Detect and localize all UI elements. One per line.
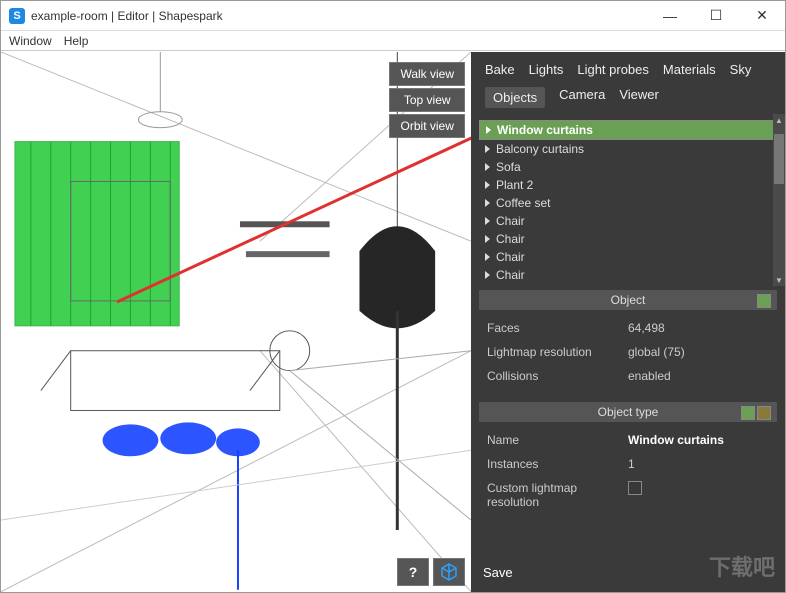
- tree-item[interactable]: Sofa: [479, 158, 777, 176]
- tree-item-label: Chair: [496, 214, 525, 228]
- menu-help[interactable]: Help: [64, 34, 89, 48]
- orbit-view-button[interactable]: Orbit view: [389, 114, 465, 138]
- tree-item[interactable]: Chair: [479, 248, 777, 266]
- tree-item-label: Sofa: [496, 160, 521, 174]
- cube-toggle-button[interactable]: [433, 558, 465, 586]
- property-row: Instances1: [487, 452, 769, 476]
- menu-window[interactable]: Window: [9, 34, 52, 48]
- tree-item-label: Coffee set: [496, 196, 550, 210]
- tree-scrollbar[interactable]: ▲ ▼: [773, 114, 785, 286]
- chevron-right-icon: [485, 145, 490, 153]
- side-panel: Bake Lights Light probes Materials Sky O…: [471, 52, 785, 592]
- walk-view-button[interactable]: Walk view: [389, 62, 465, 86]
- property-value: global (75): [628, 345, 769, 359]
- tabs-row-1: Bake Lights Light probes Materials Sky: [471, 52, 785, 83]
- tree-item-label: Balcony curtains: [496, 142, 584, 156]
- tree-item[interactable]: Chair: [479, 230, 777, 248]
- tab-camera[interactable]: Camera: [559, 87, 605, 108]
- object-type-section: Object type NameWindow curtainsInstances…: [479, 402, 777, 520]
- viewport-3d[interactable]: Walk view Top view Orbit view ?: [1, 52, 471, 592]
- property-row: NameWindow curtains: [487, 428, 769, 452]
- object-section-title: Object: [611, 293, 646, 307]
- chevron-right-icon: [485, 271, 490, 279]
- app-icon: [9, 8, 25, 24]
- tree-item[interactable]: Window curtains: [479, 120, 777, 140]
- scrollbar-thumb[interactable]: [774, 134, 784, 184]
- property-value: 1: [628, 457, 769, 471]
- title-bar: example-room | Editor | Shapespark — ☐ ✕: [1, 1, 785, 31]
- tab-materials[interactable]: Materials: [663, 62, 716, 77]
- scroll-up-icon[interactable]: ▲: [773, 114, 785, 126]
- object-section: Object Faces64,498Lightmap resolutionglo…: [479, 290, 777, 394]
- chevron-right-icon: [485, 163, 490, 171]
- tree-item-label: Chair: [496, 268, 525, 282]
- window-title: example-room | Editor | Shapespark: [31, 9, 223, 23]
- object-type-section-header: Object type: [479, 402, 777, 422]
- tab-light-probes[interactable]: Light probes: [577, 62, 649, 77]
- type-color-chip-b[interactable]: [757, 406, 771, 420]
- property-value: enabled: [628, 369, 769, 383]
- menu-bar: Window Help: [1, 31, 785, 51]
- property-row: Lightmap resolutionglobal (75): [487, 340, 769, 364]
- maximize-button[interactable]: ☐: [693, 1, 739, 31]
- tabs-row-2: Objects Camera Viewer: [471, 83, 785, 114]
- tree-item[interactable]: Chair: [479, 266, 777, 284]
- property-key: Collisions: [487, 369, 628, 383]
- checkbox-unchecked-icon[interactable]: [628, 481, 642, 495]
- tab-sky[interactable]: Sky: [730, 62, 752, 77]
- object-section-header: Object: [479, 290, 777, 310]
- property-row: Collisionsenabled: [487, 364, 769, 388]
- tree-item-label: Chair: [496, 232, 525, 246]
- chevron-right-icon: [485, 253, 490, 261]
- property-key: Faces: [487, 321, 628, 335]
- top-view-button[interactable]: Top view: [389, 88, 465, 112]
- property-value: 64,498: [628, 321, 769, 335]
- tree-item[interactable]: Chair: [479, 212, 777, 230]
- save-button[interactable]: Save: [483, 565, 513, 580]
- chevron-right-icon: [485, 217, 490, 225]
- cube-icon: [440, 563, 458, 581]
- property-key: Custom lightmap resolution: [487, 481, 628, 509]
- object-tree: Window curtains Balcony curtains Sofa Plant…: [471, 114, 785, 286]
- watermark: 下载吧: [709, 550, 775, 582]
- tree-item-label: Plant 2: [496, 178, 533, 192]
- tree-item-label: Chair: [496, 250, 525, 264]
- chevron-right-icon: [485, 181, 490, 189]
- object-color-chip[interactable]: [757, 294, 771, 308]
- property-key: Lightmap resolution: [487, 345, 628, 359]
- chevron-right-icon: [485, 199, 490, 207]
- object-type-section-title: Object type: [598, 405, 659, 419]
- tree-item-label: Window curtains: [497, 123, 593, 137]
- tree-item[interactable]: Balcony curtains: [479, 140, 777, 158]
- tab-lights[interactable]: Lights: [529, 62, 564, 77]
- tab-objects[interactable]: Objects: [485, 87, 545, 108]
- property-value[interactable]: [628, 481, 769, 509]
- tree-item[interactable]: Plant 2: [479, 176, 777, 194]
- property-value: Window curtains: [628, 433, 769, 447]
- property-row: Custom lightmap resolution: [487, 476, 769, 514]
- tree-item[interactable]: Coffee set: [479, 194, 777, 212]
- type-color-chip-a[interactable]: [741, 406, 755, 420]
- property-key: Instances: [487, 457, 628, 471]
- property-row: Faces64,498: [487, 316, 769, 340]
- close-button[interactable]: ✕: [739, 1, 785, 31]
- chevron-right-icon: [485, 235, 490, 243]
- tab-bake[interactable]: Bake: [485, 62, 515, 77]
- minimize-button[interactable]: —: [647, 1, 693, 31]
- property-key: Name: [487, 433, 628, 447]
- scroll-down-icon[interactable]: ▼: [773, 274, 785, 286]
- tab-viewer[interactable]: Viewer: [619, 87, 659, 108]
- help-button[interactable]: ?: [397, 558, 429, 586]
- chevron-right-icon: [486, 126, 491, 134]
